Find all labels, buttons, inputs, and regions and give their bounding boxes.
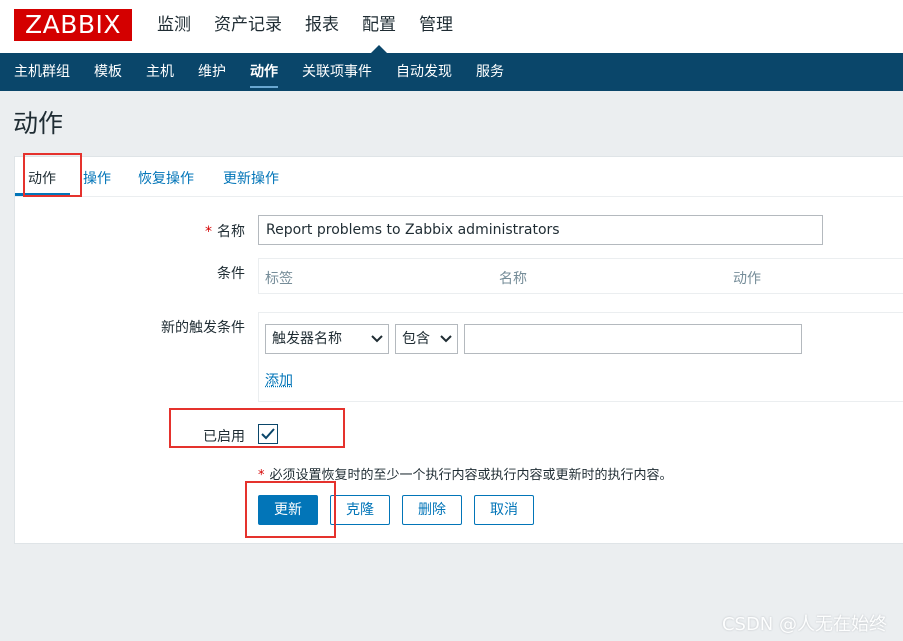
watermark: CSDN @人无在始终 (721, 614, 887, 635)
add-condition-link[interactable]: 添加 (265, 370, 293, 390)
tab-recovery-operations[interactable]: 恢复操作 (138, 168, 194, 188)
submenu-host-groups[interactable]: 主机群组 (14, 53, 70, 91)
menu-inventory[interactable]: 资产记录 (214, 0, 282, 53)
top-bar: ZABBIX 监测 资产记录 报表 配置 管理 (0, 0, 903, 53)
condition-type-select[interactable]: 触发器名称 (265, 324, 389, 354)
highlight-box-tab (23, 153, 82, 197)
page-title: 动作 (13, 109, 64, 138)
submenu-templates[interactable]: 模板 (94, 53, 122, 91)
tab-update-operations[interactable]: 更新操作 (223, 168, 279, 188)
clone-button[interactable]: 克隆 (330, 495, 390, 525)
menu-monitoring[interactable]: 监测 (157, 0, 191, 53)
cancel-button[interactable]: 取消 (474, 495, 534, 525)
submenu-actions[interactable]: 动作 (250, 53, 278, 91)
sub-menu: 主机群组 模板 主机 维护 动作 关联项事件 自动发现 服务 (0, 53, 903, 91)
submenu-hosts[interactable]: 主机 (146, 53, 174, 91)
submenu-maintenance[interactable]: 维护 (198, 53, 226, 91)
name-input[interactable]: Report problems to Zabbix administrators (258, 215, 823, 245)
submenu-event-correlation[interactable]: 关联项事件 (302, 53, 372, 91)
tab-bar: 动作 操作 恢复操作 更新操作 (15, 157, 903, 197)
main-menu: 监测 资产记录 报表 配置 管理 (157, 0, 476, 53)
condition-value-input[interactable] (464, 324, 802, 354)
conditions-table: 标签 名称 动作 (258, 258, 903, 294)
menu-configuration[interactable]: 配置 (362, 0, 396, 53)
chevron-down-icon (371, 329, 383, 359)
highlight-box-update (245, 481, 336, 538)
zabbix-logo[interactable]: ZABBIX (14, 9, 132, 41)
name-label: * 名称 (205, 224, 245, 240)
conditions-header-action: 动作 (733, 271, 761, 287)
condition-operator-select[interactable]: 包含 (395, 324, 458, 354)
delete-button[interactable]: 删除 (402, 495, 462, 525)
submenu-discovery[interactable]: 自动发现 (396, 53, 452, 91)
highlight-box-enabled (169, 408, 345, 448)
new-condition-box: 触发器名称 包含 添加 (258, 312, 903, 402)
conditions-header-name: 名称 (499, 271, 527, 287)
menu-administration[interactable]: 管理 (419, 0, 453, 53)
submenu-services[interactable]: 服务 (476, 53, 504, 91)
tab-operations[interactable]: 操作 (83, 168, 111, 188)
conditions-header-tags: 标签 (265, 271, 293, 287)
chevron-down-icon (440, 329, 452, 359)
conditions-label: 条件 (217, 266, 245, 282)
menu-reports[interactable]: 报表 (305, 0, 339, 53)
action-form-panel: 动作 操作 恢复操作 更新操作 * 名称 Report problems to Z… (14, 156, 903, 544)
required-marker: * (205, 224, 212, 240)
new-condition-label: 新的触发条件 (161, 320, 245, 336)
